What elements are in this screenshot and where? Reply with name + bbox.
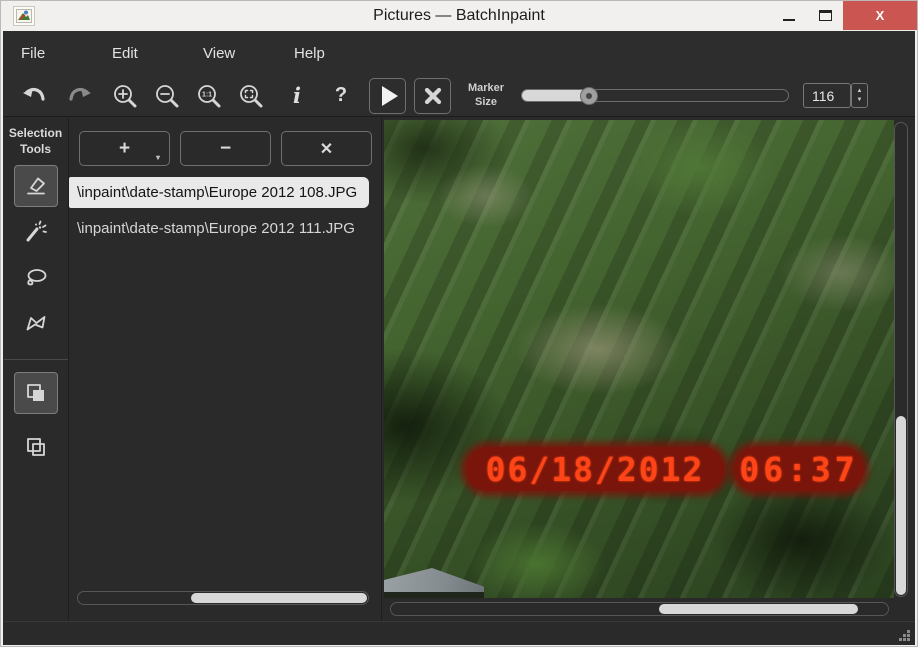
info-icon: i — [293, 83, 301, 108]
marker-size-slider[interactable] — [521, 89, 789, 102]
undo-icon — [22, 85, 48, 107]
tool-layers-filled[interactable] — [14, 372, 58, 414]
clear-icon: ✕ — [320, 139, 333, 159]
zoom-in-button[interactable] — [111, 82, 139, 110]
marker-pen-icon — [23, 173, 49, 199]
tool-polygon-lasso[interactable] — [14, 303, 58, 345]
menubar: File Edit View Help — [3, 31, 915, 75]
toolbar: 1:1 i ? — [3, 75, 915, 117]
image-hscroll-thumb[interactable] — [659, 604, 858, 614]
menu-help[interactable]: Help — [294, 45, 385, 62]
run-button[interactable] — [369, 78, 406, 114]
tool-marker-pen[interactable] — [14, 165, 58, 207]
help-icon: ? — [335, 84, 347, 107]
spin-down-icon[interactable]: ▼ — [857, 96, 863, 104]
resize-grip-icon[interactable] — [897, 628, 911, 642]
tool-magic-wand[interactable] — [14, 211, 58, 253]
file-list-item[interactable]: \inpaint\date-stamp\Europe 2012 111.JPG — [69, 213, 369, 244]
minimize-icon — [783, 19, 795, 21]
undo-button[interactable] — [21, 82, 49, 110]
sidebar-divider — [4, 359, 68, 360]
image-hscrollbar[interactable] — [390, 602, 889, 616]
file-list-item[interactable]: \inpaint\date-stamp\Europe 2012 108.JPG — [69, 177, 369, 208]
app-window: Pictures — BatchInpaint X File Edit View… — [0, 0, 918, 647]
titlebar: Pictures — BatchInpaint X — [1, 1, 917, 31]
redo-button[interactable] — [65, 82, 93, 110]
close-button[interactable]: X — [843, 1, 917, 30]
marker-size-value[interactable]: 116 — [803, 83, 851, 108]
remove-file-button[interactable]: − — [180, 131, 271, 166]
file-list-hscrollbar[interactable] — [77, 591, 369, 605]
redo-icon — [66, 85, 92, 107]
caption-buttons: X — [771, 1, 917, 31]
lasso-icon — [23, 265, 49, 291]
clear-files-button[interactable]: ✕ — [281, 131, 372, 166]
x-icon — [423, 86, 443, 106]
time-stamp-text: 06:37 — [739, 450, 858, 489]
minimize-button[interactable] — [771, 1, 807, 30]
maximize-icon — [819, 10, 832, 21]
zoom-out-button[interactable] — [153, 82, 181, 110]
zoom-actual-button[interactable]: 1:1 — [195, 82, 223, 110]
maximize-button[interactable] — [807, 1, 843, 30]
marker-selection-date: 06/18/2012 — [466, 447, 724, 491]
menu-edit[interactable]: Edit — [112, 45, 203, 62]
slider-thumb[interactable] — [580, 87, 598, 105]
file-list-toolbar: + ▾ − ✕ — [69, 118, 381, 166]
statusbar — [3, 621, 915, 645]
main-content: Selection Tools — [3, 118, 915, 621]
layers-filled-icon — [23, 380, 49, 406]
add-dropdown-icon[interactable]: ▾ — [156, 153, 160, 162]
help-button[interactable]: ? — [327, 82, 355, 110]
app-body: File Edit View Help — [3, 31, 915, 645]
menu-file[interactable]: File — [21, 45, 112, 62]
image-vscrollbar[interactable] — [894, 122, 908, 597]
date-stamp-text: 06/18/2012 — [486, 450, 705, 489]
sidebar-title: Selection Tools — [9, 126, 62, 157]
file-list: \inpaint\date-stamp\Europe 2012 108.JPG … — [69, 177, 369, 249]
zoom-fit-button[interactable] — [237, 82, 265, 110]
zoom-fit-icon — [238, 83, 264, 109]
file-list-hscroll-thumb[interactable] — [191, 593, 367, 603]
add-files-button[interactable]: + ▾ — [79, 131, 170, 166]
polygon-lasso-icon — [23, 311, 49, 337]
tool-lasso[interactable] — [14, 257, 58, 299]
marker-size-stepper[interactable]: ▲ ▼ — [851, 83, 868, 108]
menu-view[interactable]: View — [203, 45, 294, 62]
spin-up-icon[interactable]: ▲ — [857, 87, 863, 95]
zoom-actual-icon: 1:1 — [196, 83, 222, 109]
layers-outline-icon — [23, 434, 49, 460]
zoom-in-icon — [112, 83, 138, 109]
play-icon — [382, 86, 398, 106]
magic-wand-icon — [23, 219, 49, 245]
svg-text:1:1: 1:1 — [202, 91, 212, 98]
file-list-panel: + ▾ − ✕ \inpaint\date-stamp\Europe 2012 … — [69, 118, 382, 621]
selection-tools-sidebar: Selection Tools — [3, 118, 69, 621]
close-icon: X — [876, 8, 885, 23]
photo-canvas[interactable]: 06/18/2012 06:37 — [384, 120, 894, 598]
photo-roof-detail — [384, 568, 484, 598]
zoom-out-icon — [154, 83, 180, 109]
image-vscroll-thumb[interactable] — [896, 416, 906, 595]
app-icon — [13, 6, 35, 26]
marker-size-label: Marker Size — [463, 82, 509, 110]
slider-fill — [522, 90, 589, 101]
image-view[interactable]: 06/18/2012 06:37 — [382, 118, 915, 621]
info-button[interactable]: i — [283, 82, 311, 110]
tool-layers-outline[interactable] — [14, 426, 58, 468]
stop-button[interactable] — [414, 78, 451, 114]
marker-selection-time: 06:37 — [734, 447, 864, 491]
